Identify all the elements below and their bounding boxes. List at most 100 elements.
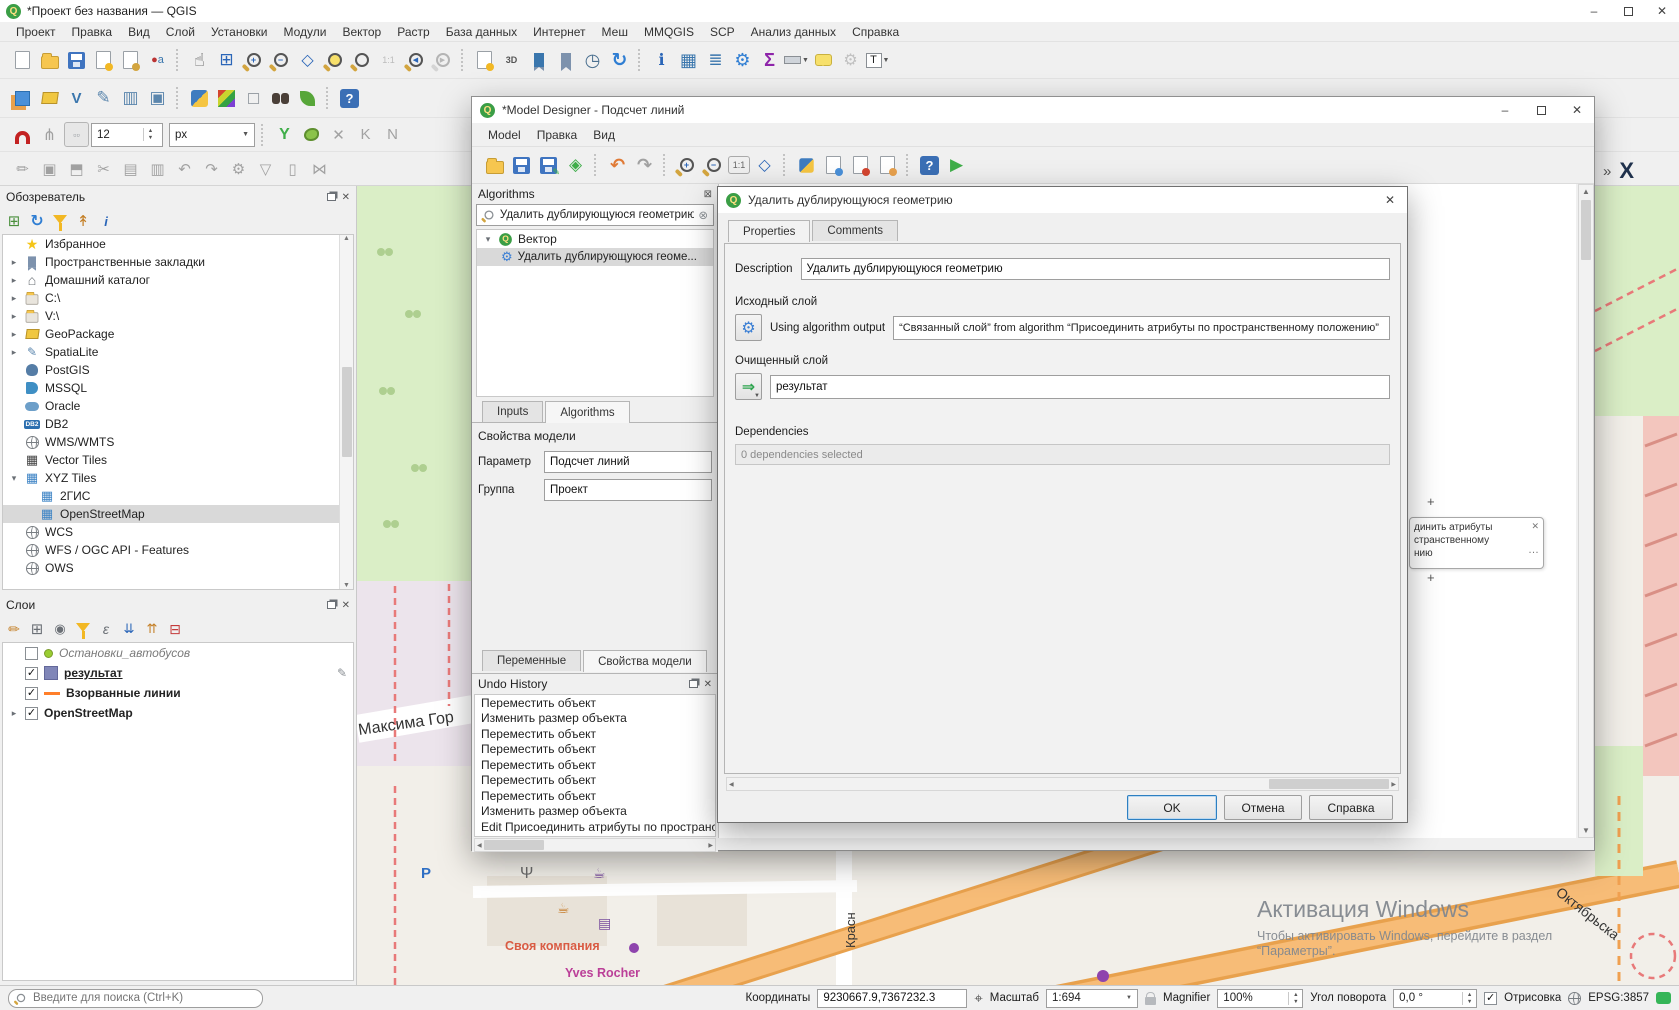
model-canvas-vscrollbar[interactable]: ▲▼	[1578, 184, 1594, 838]
clear-search-icon[interactable]: ⊗	[698, 208, 708, 222]
dock-float-icon[interactable]	[327, 193, 336, 201]
help-button[interactable]: Справка	[1309, 795, 1393, 820]
x-plugin-icon[interactable]: X	[1619, 158, 1634, 184]
save-project-button[interactable]	[64, 48, 89, 73]
dock-close-icon[interactable]: ⊠	[704, 189, 712, 200]
cancel-button[interactable]: Отмена	[1224, 795, 1302, 820]
algorithm-search-input[interactable]: Удалить дублирующуюся геометрию ⊗	[476, 204, 714, 226]
locator-search-input[interactable]	[8, 989, 263, 1008]
browser-item-v-drive[interactable]: ▸V:\	[3, 307, 353, 325]
snapping-units-combo[interactable]: px ▼	[169, 123, 255, 147]
edit-algorithm-icon[interactable]: …	[1528, 543, 1539, 557]
messages-icon[interactable]	[1656, 992, 1671, 1004]
algorithm-group-vector[interactable]: ▾ Q Вектор	[477, 230, 713, 248]
layer-row-bus-stops[interactable]: Остановки_автобусов	[3, 643, 353, 663]
model-open-button[interactable]	[482, 153, 507, 178]
undo-item[interactable]: Переместить объект	[475, 788, 715, 804]
model-save-as-button[interactable]: ✎	[536, 153, 561, 178]
statistics-abacus-button[interactable]: ≣	[703, 48, 728, 73]
new-spatial-bookmark-button[interactable]	[526, 48, 551, 73]
menu-analysis[interactable]: Анализ данных	[743, 23, 844, 41]
data-source-manager-button[interactable]	[10, 86, 35, 111]
menu-scp[interactable]: SCP	[702, 23, 743, 41]
new-shapefile-button[interactable]: V	[64, 86, 89, 111]
export-pdf-button[interactable]	[848, 153, 873, 178]
coordinates-input[interactable]	[817, 989, 967, 1008]
model-menu-model[interactable]: Model	[480, 126, 529, 144]
properties-widget-button[interactable]: i	[96, 211, 116, 231]
menu-settings[interactable]: Установки	[203, 23, 275, 41]
layer-row-openstreetmap[interactable]: ▸✓ OpenStreetMap	[3, 703, 353, 723]
zoom-full-button[interactable]: ◇	[295, 48, 320, 73]
undo-item[interactable]: Переместить объект	[475, 742, 715, 758]
measure-button[interactable]: ▼	[784, 48, 809, 73]
layer-checkbox[interactable]: ✓	[25, 667, 38, 680]
menu-vector[interactable]: Вектор	[334, 23, 389, 41]
expand-all-layers-button[interactable]: ⇊	[119, 619, 139, 639]
processing-toolbox-button[interactable]: ⚙	[730, 48, 755, 73]
browser-item-ows[interactable]: OWS	[3, 559, 353, 577]
menu-edit[interactable]: Правка	[64, 23, 121, 41]
export-svg-button[interactable]	[875, 153, 900, 178]
new-3d-map-view-button[interactable]: 3D	[499, 48, 524, 73]
zoom-to-layer-button[interactable]	[322, 48, 347, 73]
export-python-button[interactable]	[794, 153, 819, 178]
statistical-summary-button[interactable]: Σ	[757, 48, 782, 73]
model-name-input[interactable]	[544, 451, 712, 473]
menu-help[interactable]: Справка	[844, 23, 907, 41]
menu-project[interactable]: Проект	[8, 23, 64, 41]
tab-properties[interactable]: Properties	[728, 220, 810, 242]
tracing-button[interactable]: Y	[272, 122, 297, 147]
zoom-to-selection-button[interactable]	[349, 48, 374, 73]
zoom-last-button[interactable]: ◀	[403, 48, 428, 73]
browser-item-wcs[interactable]: WCS	[3, 523, 353, 541]
undo-item[interactable]: Переместить объект	[475, 695, 715, 711]
menu-plugins[interactable]: Модули	[275, 23, 334, 41]
model-zoom-full-button[interactable]: ◇	[752, 153, 777, 178]
browser-item-spatialite[interactable]: ▸✎SpatiaLite	[3, 343, 353, 361]
layer-row-exploded-lines[interactable]: ✓ Взорванные линии	[3, 683, 353, 703]
new-map-view-button[interactable]	[472, 48, 497, 73]
clean-layer-input[interactable]	[770, 375, 1390, 399]
model-group-input[interactable]	[544, 479, 712, 501]
browser-item-mssql[interactable]: MSSQL	[3, 379, 353, 397]
source-type-button[interactable]: ⚙	[735, 314, 762, 341]
snapping-toggle-button[interactable]	[10, 122, 35, 147]
undo-item[interactable]: Переместить объект	[475, 757, 715, 773]
browser-scrollbar[interactable]: ▲▼	[339, 235, 353, 589]
tab-algorithms[interactable]: Algorithms	[545, 401, 629, 423]
browser-item-home[interactable]: ▸⌂Домашний каталог	[3, 271, 353, 289]
quickmapservices-button[interactable]	[214, 86, 239, 111]
menu-mmqgis[interactable]: MMQGIS	[636, 23, 702, 41]
menu-raster[interactable]: Растр	[389, 23, 437, 41]
filter-browser-button[interactable]	[50, 211, 70, 231]
menu-view[interactable]: Вид	[120, 23, 158, 41]
browser-item-db2[interactable]: DB2DB2	[3, 415, 353, 433]
undo-history-hscrollbar[interactable]: ◀ ▶	[474, 838, 716, 852]
refresh-browser-button[interactable]: ↻	[27, 211, 47, 231]
identify-features-button[interactable]: ℹ	[649, 48, 674, 73]
dialog-titlebar[interactable]: Q Удалить дублирующуюся геометрию ✕	[718, 187, 1407, 213]
layer-row-result[interactable]: ✓ результат ✎	[3, 663, 353, 683]
dock-close-icon[interactable]: ✕	[342, 600, 350, 611]
pan-to-selection-button[interactable]: ⊞	[214, 48, 239, 73]
browser-item-2gis[interactable]: ▦2ГИС	[3, 487, 353, 505]
style-manager-button[interactable]	[118, 48, 143, 73]
algorithm-item-delete-duplicates[interactable]: ⚙ Удалить дублирующуюся геоме...	[477, 248, 713, 266]
new-geopackage-button[interactable]	[37, 86, 62, 111]
dialog-hscrollbar[interactable]: ◀ ▶	[726, 777, 1399, 791]
toolbar-overflow-icon[interactable]: »	[1603, 163, 1611, 180]
menu-web[interactable]: Интернет	[525, 23, 593, 41]
snapping-tolerance-spinbox[interactable]: 12 ▲▼	[91, 123, 163, 147]
tab-variables[interactable]: Переменные	[482, 650, 581, 671]
model-menu-view[interactable]: Вид	[585, 126, 623, 144]
layer-checkbox[interactable]	[25, 647, 38, 660]
open-project-button[interactable]	[37, 48, 62, 73]
dock-close-icon[interactable]: ✕	[704, 679, 712, 690]
remove-layer-button[interactable]: ⊟	[165, 619, 185, 639]
model-export-button[interactable]: ◈	[563, 153, 588, 178]
rotation-spinbox[interactable]: 0,0 ° ▲▼	[1393, 989, 1477, 1008]
pan-map-button[interactable]: ☝	[187, 48, 212, 73]
show-bookmarks-button[interactable]	[553, 48, 578, 73]
add-selected-layers-button[interactable]: ⊞	[4, 211, 24, 231]
